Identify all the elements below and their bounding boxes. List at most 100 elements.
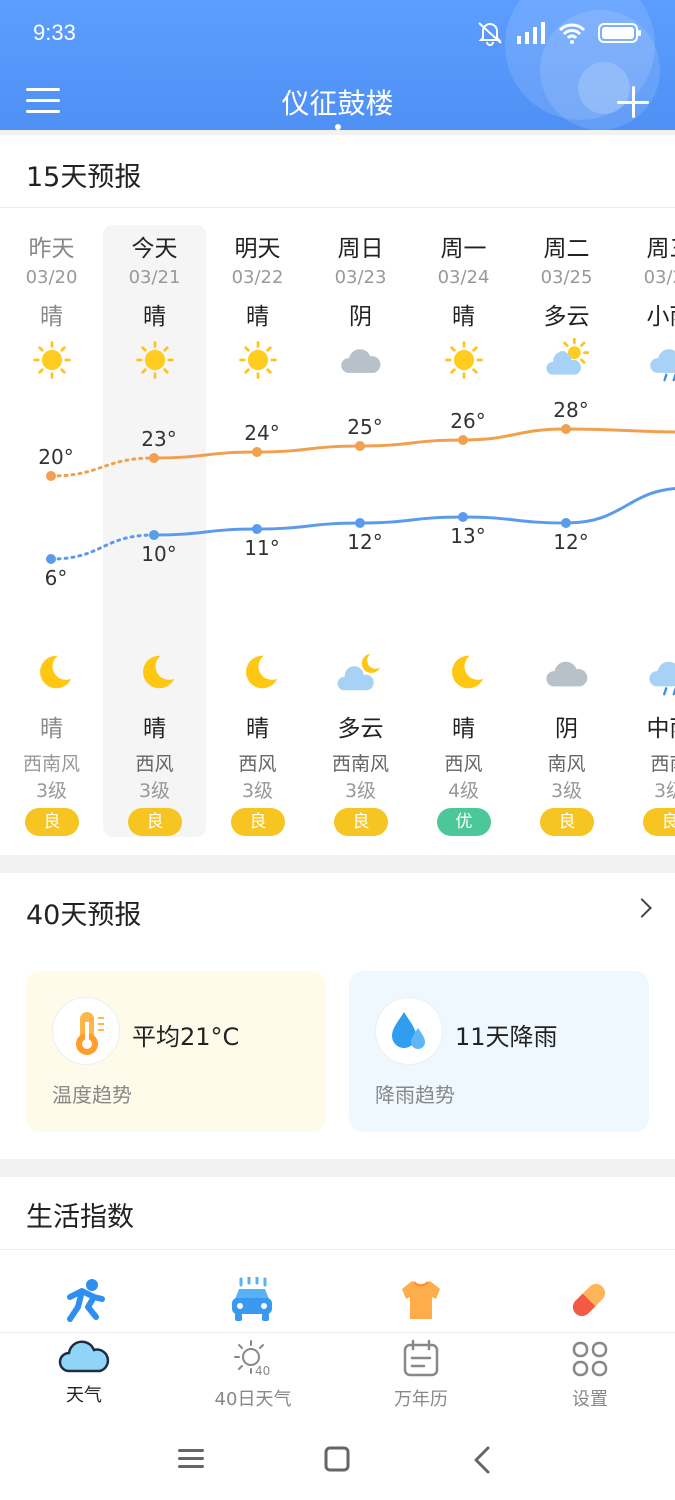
nav-calendar[interactable]: 万年历 — [351, 1339, 491, 1411]
settings-grid-icon — [572, 1341, 608, 1377]
car-wash-icon[interactable] — [229, 1277, 275, 1323]
clothing-icon[interactable] — [398, 1277, 444, 1323]
nav-label: 天气 — [66, 1385, 102, 1406]
day-label: 昨天 — [28, 236, 75, 262]
nav-weather[interactable]: 天气 — [14, 1339, 154, 1407]
temperature-chart: 20°6°23°10°24°11°25°12°26°13°28°12°2°18 — [38, 398, 675, 590]
wind-level: 3级 — [138, 780, 171, 802]
page-indicator-dot — [335, 124, 341, 130]
day-condition: 晴 — [246, 304, 269, 330]
chevron-right-icon[interactable] — [632, 898, 652, 918]
high-line — [153, 427, 675, 460]
day-condition: 晴 — [40, 304, 63, 330]
high-temp-label: 23° — [141, 427, 176, 451]
moon-icon — [131, 650, 179, 696]
running-icon[interactable] — [62, 1277, 108, 1323]
day-label: 周一 — [440, 236, 487, 262]
temp-trend-value: 平均21°C — [132, 1023, 240, 1051]
mute-icon — [478, 22, 502, 46]
nav-settings[interactable]: 设置 — [520, 1339, 660, 1411]
life-index-title: 生活指数 — [26, 1202, 134, 1233]
low-point — [561, 518, 571, 528]
forecast-15-title: 15天预报 — [26, 162, 142, 193]
low-temp-label: 11° — [244, 536, 279, 560]
rain-trend-tile[interactable]: 11天降雨 降雨趋势 — [349, 971, 649, 1132]
low-point — [355, 518, 365, 528]
wind-direction: 西风 — [444, 753, 483, 775]
nav-40-days[interactable]: 40 40日天气 — [183, 1339, 323, 1411]
home-icon[interactable] — [324, 1446, 350, 1472]
temp-trend-tile[interactable]: 平均21°C 温度趋势 — [26, 971, 326, 1132]
status-bar: 9:33 — [33, 18, 642, 52]
high-point — [458, 435, 468, 445]
night-condition: 晴 — [246, 716, 269, 742]
rain-trend-value: 11天降雨 — [455, 1023, 558, 1051]
wind-direction: 西南风 — [22, 753, 80, 775]
aqi-badge: 优 — [437, 808, 491, 836]
high-temp-label: 26° — [450, 409, 485, 433]
aqi-badge: 良 — [128, 808, 182, 836]
low-point — [46, 554, 56, 564]
recents-icon[interactable] — [178, 1448, 204, 1470]
city-title[interactable]: 仪征鼓楼 — [0, 82, 675, 122]
high-point — [46, 471, 56, 481]
high-point — [149, 453, 159, 463]
forecast-40-card[interactable]: 40天预报 平均21°C 温度趋势 11天降雨 降雨趋势 — [0, 873, 675, 1159]
thermometer-icon — [52, 997, 120, 1065]
nav-label: 万年历 — [394, 1389, 448, 1410]
aqi-badge: 良 — [643, 808, 675, 836]
life-index-card: 生活指数 — [0, 1177, 675, 1337]
day-date: 03/24 — [437, 267, 490, 288]
night-condition: 晴 — [143, 716, 166, 742]
day-label: 周二 — [543, 236, 590, 262]
low-temp-label: 13° — [450, 524, 485, 548]
wind-level: 3级 — [35, 780, 68, 802]
low-temp-label: 6° — [45, 566, 68, 590]
day-label: 周三 — [646, 236, 675, 262]
high-point — [561, 424, 571, 434]
night-condition: 晴 — [452, 716, 475, 742]
day-date: 03/20 — [25, 267, 78, 288]
aqi-badge: 良 — [231, 808, 285, 836]
high-temp-label: 28° — [553, 398, 588, 422]
day-condition: 阴 — [349, 304, 372, 330]
wind-direction: 南风 — [547, 753, 586, 775]
back-icon[interactable] — [472, 1446, 492, 1474]
moon-icon — [440, 650, 488, 696]
svg-text:40: 40 — [255, 1364, 270, 1378]
aqi-badge: 良 — [540, 808, 594, 836]
day-condition: 晴 — [452, 304, 475, 330]
low-point — [252, 524, 262, 534]
aqi-badge: 良 — [334, 808, 388, 836]
aqi-badge: 良 — [25, 808, 79, 836]
rain-icon — [646, 650, 675, 696]
raindrop-icon — [375, 997, 443, 1065]
night-condition: 晴 — [40, 716, 63, 742]
wifi-icon — [558, 23, 586, 44]
day-date: 03/26 — [643, 267, 675, 288]
low-point — [149, 530, 159, 540]
low-temp-label: 12° — [347, 530, 382, 554]
night-condition: 中雨 — [646, 716, 675, 742]
wind-level: 3级 — [653, 780, 675, 802]
wind-level: 3级 — [241, 780, 274, 802]
moon-cloud-icon — [337, 650, 385, 696]
day-date: 03/21 — [128, 267, 181, 288]
day-condition: 晴 — [143, 304, 166, 330]
high-temp-label: 25° — [347, 415, 382, 439]
add-city-button[interactable] — [617, 86, 649, 118]
night-condition: 阴 — [555, 716, 578, 742]
day-date: 03/23 — [334, 267, 387, 288]
calendar-icon — [403, 1339, 439, 1377]
app-header: 9:33 仪征鼓楼 — [0, 0, 675, 130]
cloud-icon — [58, 1340, 110, 1373]
temp-trend-label: 温度趋势 — [52, 1083, 132, 1107]
nav-label: 设置 — [572, 1389, 608, 1410]
wind-level: 3级 — [550, 780, 583, 802]
pill-icon[interactable] — [566, 1277, 612, 1323]
day-label: 周日 — [337, 236, 384, 262]
day-date: 03/25 — [540, 267, 593, 288]
day-condition: 小雨 — [646, 304, 675, 330]
wind-direction: 西南风 — [331, 753, 389, 775]
sun-40-icon: 40 — [234, 1340, 270, 1378]
